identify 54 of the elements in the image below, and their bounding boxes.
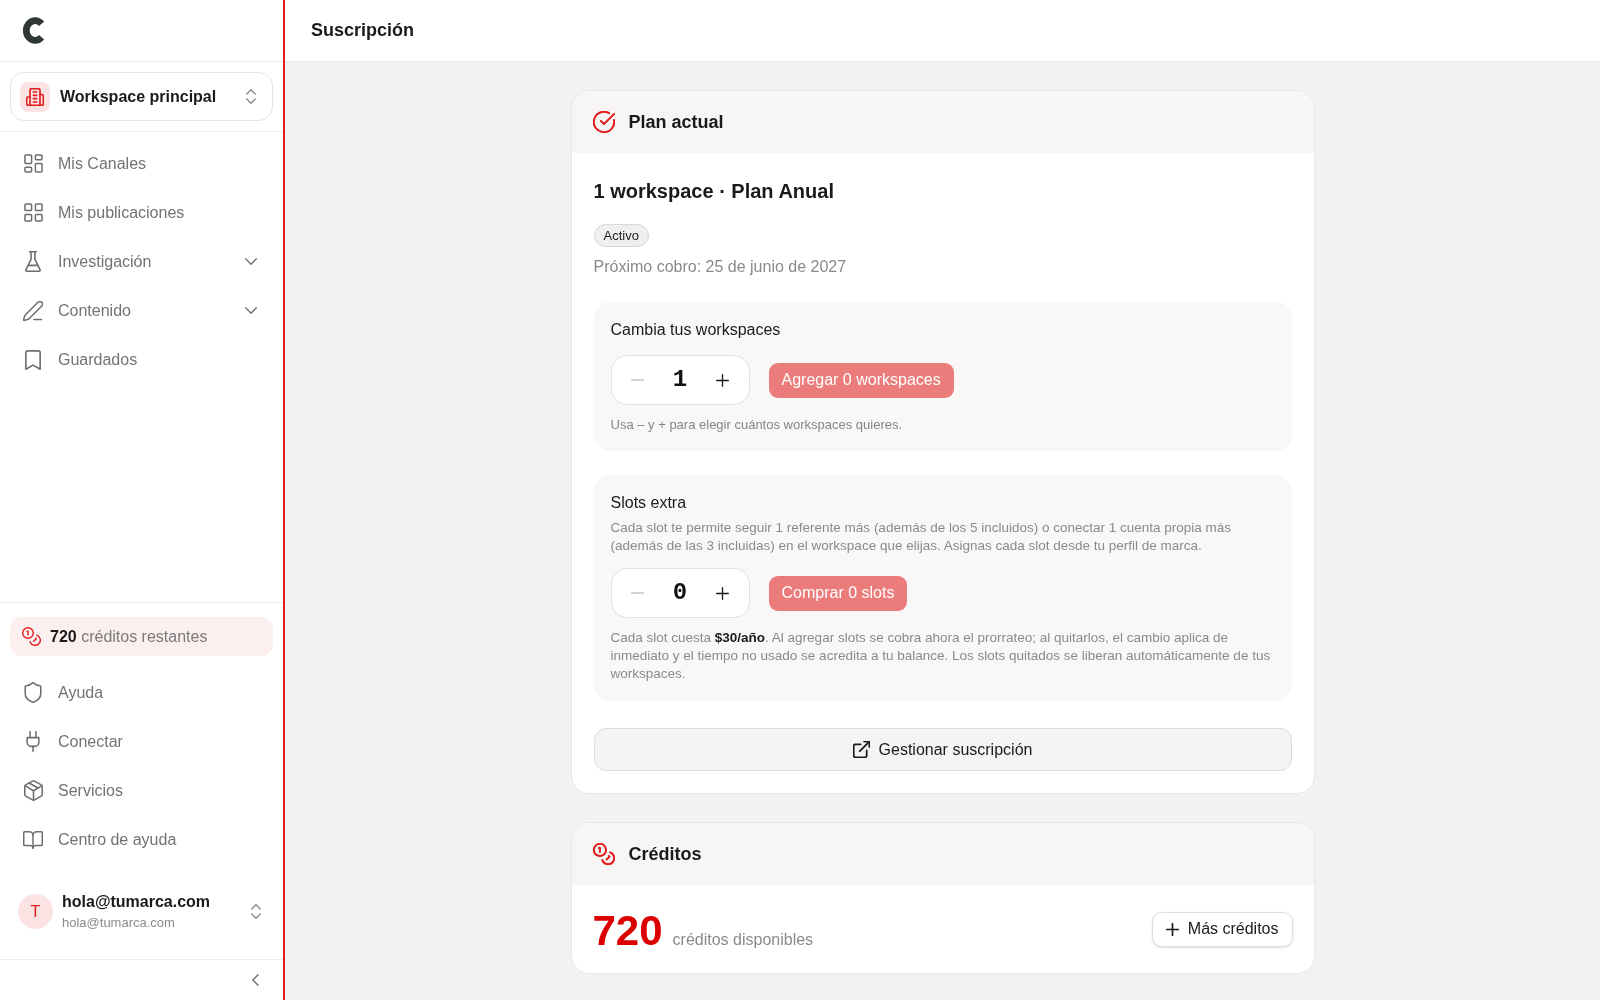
credits-amount: 720 [592,910,663,952]
next-charge-text: Próximo cobro: 25 de junio de 2027 [593,257,848,277]
minus-icon [631,379,644,381]
coins-icon [592,843,615,865]
dashboard-icon [23,154,43,173]
logo-icon [22,17,45,44]
nav-item[interactable]: Guardados [0,335,283,384]
plus-icon [716,373,729,387]
more-credits-button[interactable]: Más créditos [1151,911,1293,947]
plus-icon [716,586,729,600]
credits-label: créditos disponibles [672,930,814,950]
card-title: Plan actual [628,110,724,134]
book-icon [23,829,43,850]
nav-item[interactable]: Mis Canales [0,139,283,188]
user-avatar: T [18,894,53,929]
chevrons-up-down-icon [246,89,256,104]
plus-icon [1165,922,1179,936]
building-icon [20,81,50,112]
coins-icon [22,627,41,646]
grid-icon [23,203,43,222]
user-email: hola@tumarca.com [62,914,176,932]
stepper-value: 0 [672,578,688,608]
card-title: Créditos [628,842,702,866]
nav-item[interactable]: Ayuda [0,668,283,717]
nav-item[interactable]: Conectar [0,717,283,766]
user-name: hola@tumarca.com [62,891,212,912]
plug-icon [26,731,40,752]
hint-text: Usa – y + para elegir cuántos workspaces quieres. [610,416,904,434]
nav-item[interactable]: Investigación [0,237,283,286]
panel-title: Slots extra [610,493,688,513]
bookmark-icon [25,349,41,370]
nav-item[interactable]: Centro de ayuda [0,815,283,864]
chevrons-up-down-icon[interactable] [251,904,261,919]
status-badge: Activo [593,224,649,247]
nav-item[interactable]: Contenido [0,286,283,335]
stepper-value: 1 [672,365,688,395]
flask-icon [24,251,42,272]
nav-item[interactable]: Mis publicaciones [0,188,283,237]
plan-name: 1 workspace · Plan Anual [593,179,835,204]
workspace-selector[interactable]: Workspace principal [10,72,273,121]
panel-title: Cambia tus workspaces [610,320,782,340]
nav-item[interactable]: Servicios [0,766,283,815]
page-title: Suscripción [311,19,415,42]
box-icon [23,780,43,801]
slots-pricing-note: Cada slot cuesta $30/año. Al agregar slots se cobra ahora el prorrateo; al quitarlos, el cambio aplica de inmediato y el tiempo no usado se acredita a tu balance. Los slots quitados se liberan automáticamente de tus workspaces. [610,629,1272,683]
manage-subscription-button[interactable]: Gestionar suscripción [593,728,1292,771]
credits-remaining-text: 720 créditos restantes [50,626,208,647]
slots-description: Cada slot te permite seguir 1 referente más (además de los 5 incluidos) o conectar 1 cuenta propia más (además de las 3 incluidas) en el workspace que elijas. Asignas cada slot desde tu perfil de marca. [610,519,1233,554]
shield-icon [24,682,42,703]
circle-check-icon [592,111,615,133]
chevron-left-icon [251,974,259,986]
minus-icon [631,592,644,594]
external-link-icon [852,741,870,758]
pen-icon [23,300,43,321]
